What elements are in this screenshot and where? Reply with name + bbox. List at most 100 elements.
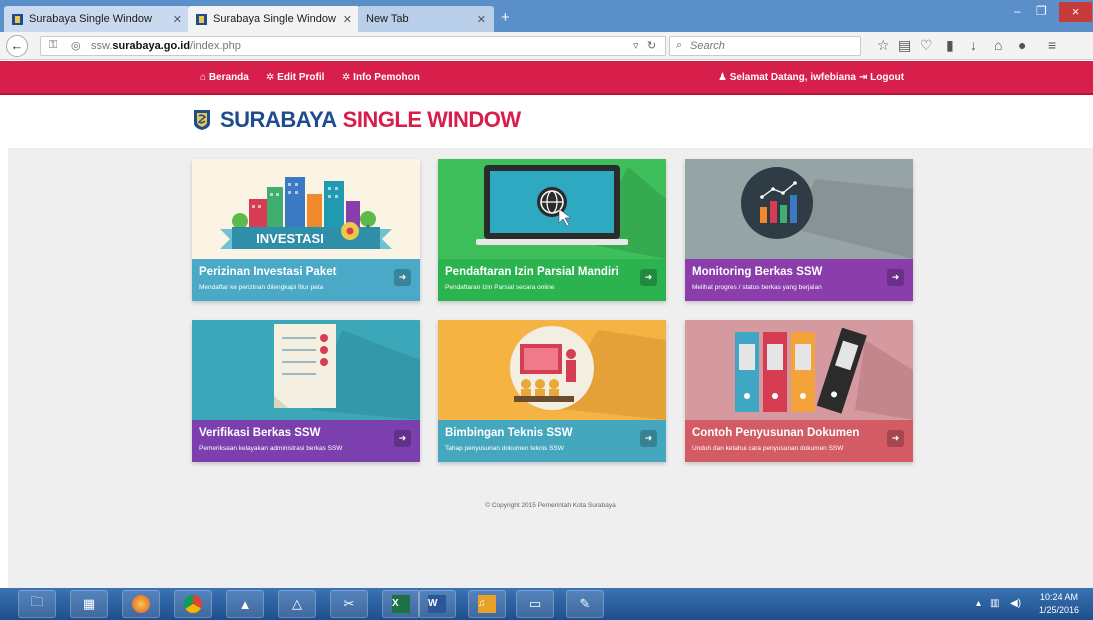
back-button[interactable]: ← bbox=[6, 35, 28, 57]
window-close-button[interactable]: × bbox=[1059, 2, 1092, 22]
gear-icon: ✲ bbox=[266, 72, 278, 83]
card-contoh-penyusunan[interactable]: Contoh Penyusunan Dokumen Unduh dan keta… bbox=[685, 320, 913, 462]
site-logo[interactable]: SURABAYA SINGLE WINDOW bbox=[192, 107, 522, 132]
document-icon[interactable]: ▮ bbox=[946, 38, 954, 52]
browser-tab-3[interactable]: New Tab ✕ bbox=[358, 6, 494, 32]
card-pendaftaran-izin[interactable]: Pendaftaran Izin Parsial Mandiri Pendaft… bbox=[438, 159, 666, 301]
card-subtitle: Pemeriksaan kelayakan administrasi berka… bbox=[199, 445, 343, 452]
bookmark-star-icon[interactable]: ☆ bbox=[877, 38, 890, 52]
chat-icon[interactable]: ● bbox=[1018, 38, 1026, 52]
snipping-tool-icon[interactable]: ✂ bbox=[330, 590, 368, 618]
browser-tab-2[interactable]: Surabaya Single Window ✕ bbox=[188, 6, 360, 32]
card-title: Perizinan Investasi Paket bbox=[199, 266, 337, 278]
laptop-globe-icon bbox=[476, 165, 666, 259]
url-text: ssw.surabaya.go.id/index.php bbox=[91, 40, 241, 52]
word-icon[interactable]: W bbox=[418, 590, 456, 618]
card-bimbingan-teknis[interactable]: Bimbingan Teknis SSW Tahap penyusunan do… bbox=[438, 320, 666, 462]
logo-text-single-window: SINGLE WINDOW bbox=[342, 107, 522, 132]
card-perizinan-investasi[interactable]: INVESTASI Perizinan Investasi Paket Mend… bbox=[192, 159, 420, 301]
reload-icon[interactable]: ↻ bbox=[647, 39, 656, 52]
card-verifikasi-berkas[interactable]: Verifikasi Berkas SSW Pemeriksaan kelaya… bbox=[192, 320, 420, 462]
paint-icon[interactable]: ▲ bbox=[226, 590, 264, 618]
control-panel-icon[interactable]: ▦ bbox=[70, 590, 108, 618]
show-hidden-icons-icon[interactable]: ▴ bbox=[976, 598, 981, 609]
ssw-favicon-icon bbox=[12, 13, 23, 25]
dropdown-icon[interactable]: ▿ bbox=[633, 39, 639, 52]
card-title: Verifikasi Berkas SSW bbox=[199, 427, 321, 439]
network-tray-icon[interactable]: ▥ bbox=[990, 598, 999, 609]
menu-info-pemohon[interactable]: ✲ Info Pemohon bbox=[342, 72, 420, 83]
card-subtitle: Tahap penyusunan dokumen teknis SSW bbox=[445, 445, 564, 452]
search-icon: ⌕ bbox=[676, 39, 683, 51]
card-title: Pendaftaran Izin Parsial Mandiri bbox=[445, 266, 619, 278]
menu-welcome-user[interactable]: ♟ Selamat Datang, iwfebiana bbox=[718, 72, 856, 83]
file-binders-icon bbox=[735, 327, 913, 420]
arrow-circle-icon[interactable]: ➜ bbox=[887, 430, 904, 447]
card-title: Bimbingan Teknis SSW bbox=[445, 427, 573, 439]
browser-tab-bar: Surabaya Single Window ✕ Surabaya Single… bbox=[0, 0, 1093, 32]
url-bar[interactable]: ⚿ ◎ ssw.surabaya.go.id/index.php ▿ ↻ bbox=[40, 36, 666, 56]
user-icon: ♟ bbox=[718, 72, 730, 83]
download-icon[interactable]: ↓ bbox=[970, 38, 977, 52]
card-title: Contoh Penyusunan Dokumen bbox=[692, 427, 860, 439]
card-caption: Verifikasi Berkas SSW Pemeriksaan kelaya… bbox=[192, 420, 420, 462]
arrow-circle-icon[interactable]: ➜ bbox=[394, 430, 411, 447]
logout-icon: ⇥ bbox=[859, 72, 871, 83]
minimize-button[interactable]: – bbox=[1014, 4, 1021, 18]
arrow-circle-icon[interactable]: ➜ bbox=[640, 430, 657, 447]
close-tab-1-icon[interactable]: ✕ bbox=[173, 13, 182, 26]
card-subtitle: Mendaftar ke perizinan dilengkapi fitur … bbox=[199, 284, 324, 291]
investasi-banner-text: INVESTASI bbox=[256, 231, 324, 246]
home-icon[interactable]: ⌂ bbox=[994, 38, 1002, 52]
card-monitoring-berkas[interactable]: Monitoring Berkas SSW Melihat progres / … bbox=[685, 159, 913, 301]
card-caption: Bimbingan Teknis SSW Tahap penyusunan do… bbox=[438, 420, 666, 462]
volume-icon[interactable]: ◀) bbox=[1010, 598, 1021, 609]
pocket-icon[interactable]: ♡ bbox=[920, 38, 933, 52]
new-tab-button[interactable]: + bbox=[501, 9, 510, 26]
menu-icon[interactable]: ≡ bbox=[1048, 38, 1056, 52]
system-clock[interactable]: 10:24 AM 1/25/2016 bbox=[1030, 591, 1088, 617]
home-icon: ⌂ bbox=[200, 72, 209, 83]
chrome-icon[interactable] bbox=[174, 590, 212, 618]
laptop-illustration bbox=[438, 159, 666, 259]
site-menu-bar: ⌂ Beranda ✲ Edit Profil ✲ Info Pemohon ♟… bbox=[0, 61, 1093, 95]
main-content: INVESTASI Perizinan Investasi Paket Mend… bbox=[8, 148, 1093, 588]
clock-date: 1/25/2016 bbox=[1038, 605, 1080, 615]
file-explorer-icon[interactable]: 🗀 bbox=[18, 590, 56, 618]
menu-logout[interactable]: ⇥ Logout bbox=[859, 72, 904, 83]
arrow-circle-icon[interactable]: ➜ bbox=[887, 269, 904, 286]
copyright-text: © Copyright 2015 Pemerintah Kota Surabay… bbox=[485, 502, 616, 509]
clock-time: 10:24 AM bbox=[1039, 592, 1079, 602]
arrow-circle-icon[interactable]: ➜ bbox=[640, 269, 657, 286]
binders-illustration bbox=[685, 320, 913, 420]
autocad-icon[interactable]: △ bbox=[278, 590, 316, 618]
card-subtitle: Pendaftaran Izin Parsial secara online bbox=[445, 284, 555, 291]
card-caption: Contoh Penyusunan Dokumen Unduh dan keta… bbox=[685, 420, 913, 462]
card-subtitle: Melihat progres / status berkas yang ber… bbox=[692, 284, 822, 291]
reading-list-icon[interactable]: ▤ bbox=[898, 38, 911, 52]
search-input[interactable] bbox=[690, 39, 855, 53]
firefox-icon[interactable] bbox=[122, 590, 160, 618]
close-tab-2-icon[interactable]: ✕ bbox=[343, 13, 352, 26]
restore-button[interactable]: ❐ bbox=[1036, 4, 1047, 18]
card-subtitle: Unduh dan ketahui cara penyusunan dokume… bbox=[692, 445, 844, 452]
surabaya-emblem-icon bbox=[194, 110, 210, 130]
excel-icon[interactable]: X bbox=[382, 590, 420, 618]
fl-studio-icon[interactable]: ♫ bbox=[468, 590, 506, 618]
monitoring-illustration bbox=[685, 159, 913, 259]
browser-nav-bar: ← ⚿ ◎ ssw.surabaya.go.id/index.php ▿ ↻ ⌕… bbox=[0, 32, 1093, 60]
arrow-circle-icon[interactable]: ➜ bbox=[394, 269, 411, 286]
menu-beranda[interactable]: ⌂ Beranda bbox=[200, 72, 249, 83]
card-caption: Perizinan Investasi Paket Mendaftar ke p… bbox=[192, 259, 420, 301]
paint-brush-icon[interactable]: ✎ bbox=[566, 590, 604, 618]
windows-taskbar: 🗀 ▦ ▲ △ ✂ X W ♫ ▭ ✎ ▴ ▥ ◀) 10:24 AM 1/25… bbox=[0, 588, 1093, 620]
card-title: Monitoring Berkas SSW bbox=[692, 266, 823, 278]
browser-tab-1[interactable]: Surabaya Single Window ✕ bbox=[4, 6, 190, 32]
checklist-document-icon bbox=[274, 324, 420, 420]
network-icon[interactable]: ▭ bbox=[516, 590, 554, 618]
close-tab-3-icon[interactable]: ✕ bbox=[477, 13, 486, 26]
globe-icon: ◎ bbox=[71, 40, 81, 52]
menu-edit-profil[interactable]: ✲ Edit Profil bbox=[266, 72, 324, 83]
gear-icon: ✲ bbox=[342, 72, 354, 83]
checklist-illustration bbox=[192, 320, 420, 420]
